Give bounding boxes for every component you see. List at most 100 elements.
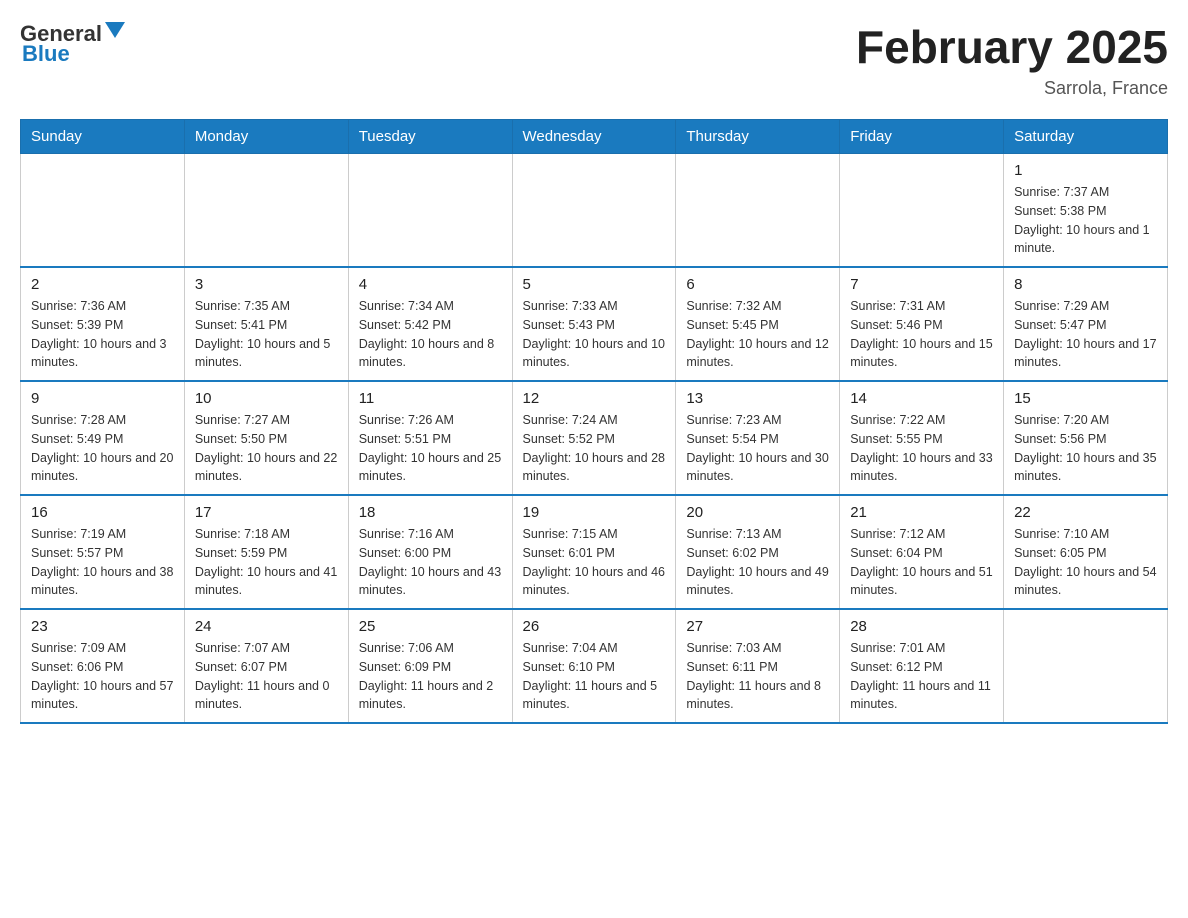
calendar-cell: 23 Sunrise: 7:09 AMSunset: 6:06 PMDayligh… (21, 609, 185, 723)
calendar-cell: 16 Sunrise: 7:19 AMSunset: 5:57 PMDayligh… (21, 495, 185, 609)
day-info: Sunrise: 7:10 AMSunset: 6:05 PMDaylight:… (1014, 525, 1157, 600)
day-number: 16 (31, 504, 174, 521)
calendar-cell: 28 Sunrise: 7:01 AMSunset: 6:12 PMDayligh… (840, 609, 1004, 723)
calendar-cell: 13 Sunrise: 7:23 AMSunset: 5:54 PMDayligh… (676, 381, 840, 495)
day-info: Sunrise: 7:28 AMSunset: 5:49 PMDaylight:… (31, 411, 174, 486)
calendar-cell: 12 Sunrise: 7:24 AMSunset: 5:52 PMDayligh… (512, 381, 676, 495)
calendar-body: 1Sunrise: 7:37 AMSunset: 5:38 PMDaylight… (21, 154, 1168, 724)
calendar-cell: 7 Sunrise: 7:31 AMSunset: 5:46 PMDaylight… (840, 267, 1004, 381)
calendar-cell: 21 Sunrise: 7:12 AMSunset: 6:04 PMDayligh… (840, 495, 1004, 609)
calendar-cell: 14 Sunrise: 7:22 AMSunset: 5:55 PMDayligh… (840, 381, 1004, 495)
location: Sarrola, France (856, 78, 1168, 99)
calendar-cell (184, 154, 348, 268)
calendar-cell: 19 Sunrise: 7:15 AMSunset: 6:01 PMDayligh… (512, 495, 676, 609)
day-info: Sunrise: 7:18 AMSunset: 5:59 PMDaylight:… (195, 525, 338, 600)
weekday-header-monday: Monday (184, 120, 348, 154)
day-info: Sunrise: 7:20 AMSunset: 5:56 PMDaylight:… (1014, 411, 1157, 486)
day-number: 18 (359, 504, 502, 521)
day-info: Sunrise: 7:22 AMSunset: 5:55 PMDaylight:… (850, 411, 993, 486)
day-number: 17 (195, 504, 338, 521)
calendar-table: SundayMondayTuesdayWednesdayThursdayFrid… (20, 119, 1168, 724)
day-info: Sunrise: 7:27 AMSunset: 5:50 PMDaylight:… (195, 411, 338, 486)
calendar-cell (348, 154, 512, 268)
calendar-cell (512, 154, 676, 268)
calendar-cell: 22 Sunrise: 7:10 AMSunset: 6:05 PMDayligh… (1004, 495, 1168, 609)
day-info: Sunrise: 7:36 AMSunset: 5:39 PMDaylight:… (31, 297, 174, 372)
day-info: Sunrise: 7:04 AMSunset: 6:10 PMDaylight:… (523, 639, 666, 714)
calendar-cell: 15 Sunrise: 7:20 AMSunset: 5:56 PMDayligh… (1004, 381, 1168, 495)
day-number: 4 (359, 276, 502, 293)
day-info: Sunrise: 7:19 AMSunset: 5:57 PMDaylight:… (31, 525, 174, 600)
day-number: 1 (1014, 162, 1157, 179)
day-number: 28 (850, 618, 993, 635)
day-number: 6 (686, 276, 829, 293)
weekday-header-wednesday: Wednesday (512, 120, 676, 154)
calendar-cell: 8 Sunrise: 7:29 AMSunset: 5:47 PMDaylight… (1004, 267, 1168, 381)
weekday-header-thursday: Thursday (676, 120, 840, 154)
day-info: Sunrise: 7:13 AMSunset: 6:02 PMDaylight:… (686, 525, 829, 600)
calendar-cell: 4Sunrise: 7:34 AMSunset: 5:42 PMDaylight… (348, 267, 512, 381)
day-number: 21 (850, 504, 993, 521)
day-number: 11 (359, 390, 502, 407)
day-number: 19 (523, 504, 666, 521)
day-number: 3 (195, 276, 338, 293)
calendar-cell: 17 Sunrise: 7:18 AMSunset: 5:59 PMDayligh… (184, 495, 348, 609)
calendar-cell: 5 Sunrise: 7:33 AMSunset: 5:43 PMDaylight… (512, 267, 676, 381)
calendar-cell: 24 Sunrise: 7:07 AMSunset: 6:07 PMDayligh… (184, 609, 348, 723)
logo: General Blue (20, 20, 125, 67)
day-info: Sunrise: 7:06 AMSunset: 6:09 PMDaylight:… (359, 639, 502, 714)
day-number: 20 (686, 504, 829, 521)
title-section: February 2025 Sarrola, France (856, 20, 1168, 99)
day-number: 5 (523, 276, 666, 293)
weekday-header-row: SundayMondayTuesdayWednesdayThursdayFrid… (21, 120, 1168, 154)
day-info: Sunrise: 7:09 AMSunset: 6:06 PMDaylight:… (31, 639, 174, 714)
day-number: 25 (359, 618, 502, 635)
calendar-cell (676, 154, 840, 268)
calendar-cell: 6 Sunrise: 7:32 AMSunset: 5:45 PMDaylight… (676, 267, 840, 381)
day-info: Sunrise: 7:12 AMSunset: 6:04 PMDaylight:… (850, 525, 993, 600)
day-info: Sunrise: 7:32 AMSunset: 5:45 PMDaylight:… (686, 297, 829, 372)
calendar-cell (1004, 609, 1168, 723)
day-info: Sunrise: 7:26 AMSunset: 5:51 PMDaylight:… (359, 411, 502, 486)
calendar-cell: 26 Sunrise: 7:04 AMSunset: 6:10 PMDayligh… (512, 609, 676, 723)
day-number: 12 (523, 390, 666, 407)
day-info: Sunrise: 7:01 AMSunset: 6:12 PMDaylight:… (850, 639, 993, 714)
day-number: 2 (31, 276, 174, 293)
calendar-week-4: 16 Sunrise: 7:19 AMSunset: 5:57 PMDayligh… (21, 495, 1168, 609)
day-info: Sunrise: 7:23 AMSunset: 5:54 PMDaylight:… (686, 411, 829, 486)
day-number: 26 (523, 618, 666, 635)
calendar-week-3: 9 Sunrise: 7:28 AMSunset: 5:49 PMDaylight… (21, 381, 1168, 495)
day-number: 7 (850, 276, 993, 293)
calendar-cell (840, 154, 1004, 268)
day-number: 22 (1014, 504, 1157, 521)
day-number: 15 (1014, 390, 1157, 407)
day-number: 13 (686, 390, 829, 407)
day-number: 10 (195, 390, 338, 407)
day-number: 27 (686, 618, 829, 635)
calendar-cell: 20 Sunrise: 7:13 AMSunset: 6:02 PMDayligh… (676, 495, 840, 609)
day-number: 14 (850, 390, 993, 407)
day-number: 24 (195, 618, 338, 635)
day-number: 8 (1014, 276, 1157, 293)
day-info: Sunrise: 7:35 AMSunset: 5:41 PMDaylight:… (195, 297, 338, 372)
calendar-cell: 27 Sunrise: 7:03 AMSunset: 6:11 PMDayligh… (676, 609, 840, 723)
day-info: Sunrise: 7:16 AMSunset: 6:00 PMDaylight:… (359, 525, 502, 600)
calendar-week-1: 1Sunrise: 7:37 AMSunset: 5:38 PMDaylight… (21, 154, 1168, 268)
calendar-cell: 2 Sunrise: 7:36 AMSunset: 5:39 PMDaylight… (21, 267, 185, 381)
day-info: Sunrise: 7:15 AMSunset: 6:01 PMDaylight:… (523, 525, 666, 600)
day-info: Sunrise: 7:29 AMSunset: 5:47 PMDaylight:… (1014, 297, 1157, 372)
day-info: Sunrise: 7:33 AMSunset: 5:43 PMDaylight:… (523, 297, 666, 372)
day-info: Sunrise: 7:07 AMSunset: 6:07 PMDaylight:… (195, 639, 338, 714)
day-number: 9 (31, 390, 174, 407)
day-info: Sunrise: 7:24 AMSunset: 5:52 PMDaylight:… (523, 411, 666, 486)
day-info: Sunrise: 7:31 AMSunset: 5:46 PMDaylight:… (850, 297, 993, 372)
weekday-header-sunday: Sunday (21, 120, 185, 154)
month-title: February 2025 (856, 20, 1168, 74)
calendar-cell: 9 Sunrise: 7:28 AMSunset: 5:49 PMDaylight… (21, 381, 185, 495)
day-info: Sunrise: 7:03 AMSunset: 6:11 PMDaylight:… (686, 639, 829, 714)
page-header: General Blue February 2025 Sarrola, Fran… (20, 20, 1168, 99)
day-number: 23 (31, 618, 174, 635)
calendar-week-5: 23 Sunrise: 7:09 AMSunset: 6:06 PMDayligh… (21, 609, 1168, 723)
weekday-header-friday: Friday (840, 120, 1004, 154)
logo-arrow-icon (105, 22, 125, 42)
